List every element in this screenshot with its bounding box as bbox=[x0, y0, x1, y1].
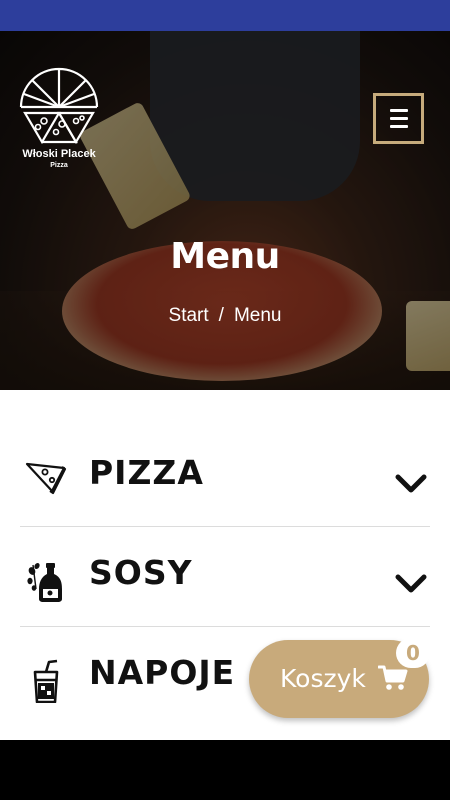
page-title: Menu bbox=[170, 236, 280, 277]
navigation-bar bbox=[0, 740, 450, 800]
breadcrumb-separator: / bbox=[218, 305, 224, 326]
category-sosy[interactable]: SOSY bbox=[20, 527, 430, 627]
hamburger-icon-bar bbox=[390, 125, 408, 128]
breadcrumb-start[interactable]: Start bbox=[169, 305, 209, 326]
status-bar bbox=[0, 0, 450, 31]
brand-subtitle: Pizza bbox=[50, 162, 68, 169]
menu-toggle-button[interactable] bbox=[373, 93, 424, 144]
brand-name: Włoski Placek bbox=[22, 148, 96, 160]
category-label: PIZZA bbox=[89, 453, 204, 492]
hamburger-icon-bar bbox=[390, 117, 408, 120]
pizza-logo-icon bbox=[19, 67, 99, 145]
chevron-down-icon[interactable] bbox=[394, 573, 428, 595]
sauce-bottle-icon bbox=[27, 562, 62, 602]
chevron-down-icon[interactable] bbox=[394, 473, 428, 495]
category-label: SOSY bbox=[89, 553, 193, 592]
drink-cup-icon bbox=[33, 659, 59, 703]
cart-label: Koszyk bbox=[280, 664, 366, 693]
breadcrumb: Start / Menu bbox=[0, 305, 450, 327]
cart-icon bbox=[378, 665, 408, 690]
hamburger-icon-bar bbox=[390, 109, 408, 112]
cart-count-badge: 0 bbox=[396, 638, 430, 668]
category-pizza[interactable]: PIZZA bbox=[20, 427, 430, 527]
category-label: NAPOJE bbox=[89, 653, 236, 692]
breadcrumb-current: Menu bbox=[233, 305, 282, 326]
pizza-slice-icon bbox=[25, 462, 67, 495]
brand-logo[interactable]: Włoski Placek Pizza bbox=[18, 66, 100, 174]
